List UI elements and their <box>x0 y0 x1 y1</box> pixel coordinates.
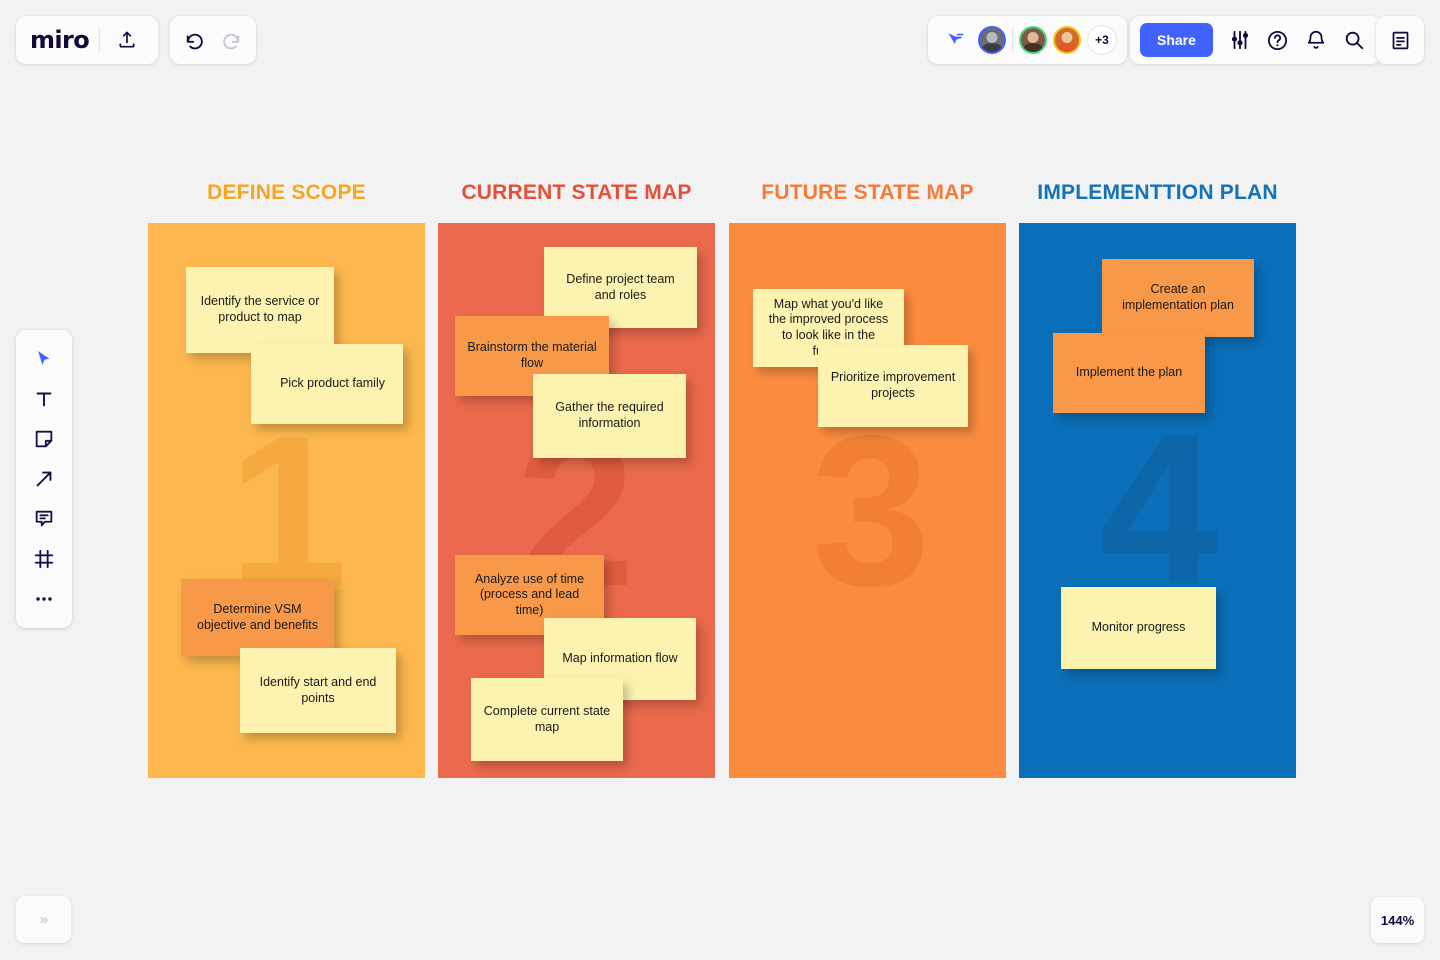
avatar-overflow-count[interactable]: +3 <box>1087 25 1117 55</box>
avatar-head <box>1061 31 1073 43</box>
avatar-body <box>1056 42 1078 52</box>
undo-redo-toolbar <box>170 16 256 64</box>
help-circle-icon[interactable] <box>1261 23 1295 57</box>
board-area: DEFINE SCOPE 1 Identify the service or p… <box>0 0 1440 960</box>
divider <box>1012 28 1013 52</box>
avatar[interactable] <box>1053 26 1081 54</box>
divider <box>99 28 101 52</box>
avatar[interactable] <box>978 26 1006 54</box>
sticky-note[interactable]: Create an implementation plan <box>1102 259 1254 337</box>
zoom-level-label: 144% <box>1380 912 1415 928</box>
upload-icon[interactable] <box>110 23 144 57</box>
column-title-1: DEFINE SCOPE <box>207 181 366 204</box>
text-tool[interactable] <box>24 382 64 416</box>
miro-logo[interactable]: miro <box>30 26 90 54</box>
column-title-4: IMPLEMENTTION PLAN <box>1037 181 1278 204</box>
sticky-note[interactable]: Monitor progress <box>1061 587 1216 669</box>
redo-icon[interactable] <box>214 23 248 57</box>
collapse-panel-button[interactable]: » <box>16 896 71 943</box>
column-define-scope[interactable]: DEFINE SCOPE 1 Identify the service or p… <box>148 181 425 778</box>
sticky-note[interactable]: Identify the service or product to map <box>186 267 334 353</box>
bell-icon[interactable] <box>1299 23 1333 57</box>
avatar-body <box>981 42 1003 52</box>
column-implementation-plan[interactable]: IMPLEMENTTION PLAN 4 Create an implement… <box>1019 181 1296 778</box>
tool-rail <box>16 330 72 628</box>
select-tool[interactable] <box>24 342 64 376</box>
column-number-3: 3 <box>811 390 931 631</box>
sticky-note[interactable]: Prioritize improvement projects <box>818 345 968 427</box>
avatar[interactable] <box>1019 26 1047 54</box>
column-future-state-map[interactable]: FUTURE STATE MAP 3 Map what you'd like t… <box>729 181 1006 778</box>
avatar-head <box>986 31 998 43</box>
arrow-tool[interactable] <box>24 462 64 496</box>
avatar-head <box>1027 31 1039 43</box>
sticky-note[interactable]: Identify start and end points <box>240 648 396 733</box>
sticky-note[interactable]: Determine VSM objective and benefits <box>181 579 334 656</box>
miro-canvas: DEFINE SCOPE 1 Identify the service or p… <box>0 0 1440 960</box>
ellipsis-icon[interactable] <box>24 582 64 616</box>
chevron-right-double-icon: » <box>39 911 48 928</box>
collaborators-toolbar: +3 <box>928 16 1127 64</box>
document-icon[interactable] <box>1383 23 1417 57</box>
share-button[interactable]: Share <box>1140 23 1213 57</box>
comment-tool[interactable] <box>24 502 64 536</box>
column-number-4: 4 <box>1099 388 1219 629</box>
logo-toolbar: miro <box>16 16 159 64</box>
frame-tool[interactable] <box>24 542 64 576</box>
column-current-state-map[interactable]: CURRENT STATE MAP 2 Define project team … <box>438 181 715 778</box>
sticky-note-tool[interactable] <box>24 422 64 456</box>
undo-icon[interactable] <box>178 23 212 57</box>
notes-panel-toolbar[interactable] <box>1376 16 1424 64</box>
sticky-note[interactable]: Complete current state map <box>471 678 623 761</box>
zoom-level-indicator[interactable]: 144% <box>1371 897 1424 943</box>
cursor-pointer-icon[interactable] <box>938 23 972 57</box>
actions-toolbar: Share <box>1130 16 1381 64</box>
search-icon[interactable] <box>1337 23 1371 57</box>
avatar-body <box>1022 42 1044 52</box>
column-title-3: FUTURE STATE MAP <box>761 181 974 204</box>
sliders-icon[interactable] <box>1223 23 1257 57</box>
sticky-note[interactable]: Implement the plan <box>1053 333 1205 413</box>
sticky-note[interactable]: Gather the required information <box>533 374 686 458</box>
column-title-2: CURRENT STATE MAP <box>461 181 692 204</box>
sticky-note[interactable]: Pick product family <box>251 344 403 424</box>
